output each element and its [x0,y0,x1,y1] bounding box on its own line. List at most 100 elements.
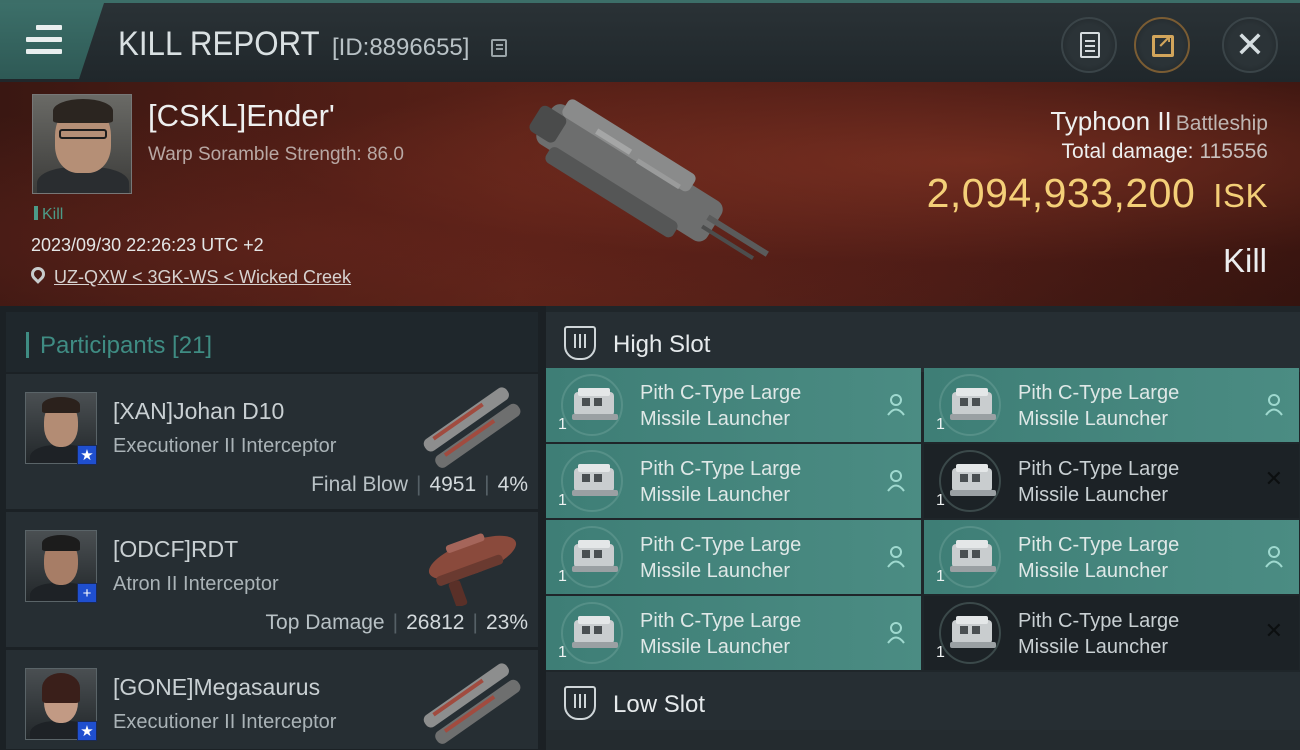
location-link[interactable]: UZ-QXW < 3GK-WS < Wicked Creek [54,267,351,288]
module-quantity: 1 [558,644,567,661]
low-slot-icon [564,686,596,720]
module-slot[interactable]: 1 Pith C-Type Large Missile Launcher [924,368,1299,442]
close-icon: ✕ [1234,24,1266,65]
module-name: Pith C-Type Large Missile Launcher [640,456,860,508]
high-slot-header: High Slot [546,312,1300,372]
module-name-line1: Pith C-Type Large [640,534,802,556]
missile-launcher-icon [572,464,618,496]
menu-button[interactable] [0,3,104,79]
victim-ship-image[interactable] [512,92,782,292]
participants-panel: Participants [21] ★ [XAN]Johan D10 Execu… [0,306,540,750]
isk-amount: 2,094,933,200 [926,170,1196,216]
participant-card[interactable]: + [ODCF]RDT Atron II Interceptor Top Dam… [6,512,538,648]
share-button[interactable] [1134,17,1190,73]
report-id: [ID:8896655] [332,34,470,61]
participant-name: [ODCF]RDT [113,536,239,562]
module-name: Pith C-Type Large Missile Launcher [640,380,860,432]
module-name-line2: Missile Launcher [640,560,791,582]
pilot-icon [1265,394,1283,416]
participant-damage: 4951 [429,473,477,496]
pilot-icon [887,622,905,644]
module-slot[interactable]: 1 Pith C-Type Large Missile Launcher [546,368,921,442]
victim-avatar[interactable] [32,94,132,194]
participant-role: Top Damage [265,611,385,634]
top-bar: KILL REPORT [ID:8896655] ✕ [0,0,1300,82]
total-damage: Total damage: 115556 [1062,140,1268,164]
module-quantity: 1 [558,568,567,585]
module-quantity: 1 [936,644,945,661]
star-badge-icon: ★ [77,721,97,741]
participants-header[interactable]: Participants [21] [6,312,538,372]
isk-unit: ISK [1213,177,1268,214]
module-name: Pith C-Type Large Missile Launcher [640,532,860,584]
participant-stats: Top Damage | 26812 | 23% [265,611,528,634]
share-icon [1152,32,1174,57]
victim-banner: [CSKL]Ender' Warp Soramble Strength: 86.… [0,82,1300,306]
star-badge-icon: ★ [77,445,97,465]
ship-name: Typhoon II Battleship [1050,106,1268,136]
participants-title: Participants [21] [40,332,213,359]
notes-button[interactable] [1061,17,1117,73]
victim-name[interactable]: [CSKL]Ender' [148,98,335,134]
participant-name: [XAN]Johan D10 [113,398,285,424]
module-name-line1: Pith C-Type Large [640,458,802,480]
high-slot-title: High Slot [613,331,711,358]
participant-percent: 23% [485,611,528,634]
kill-tag: Kill [34,206,63,224]
module-slot[interactable]: 1 Pith C-Type Large Missile Launcher ✕ [924,596,1299,670]
notes-icon [1080,32,1100,58]
fitting-panel: High Slot 1 Pith C-Type Large Missile Laun… [546,306,1300,750]
missile-launcher-icon [572,388,618,420]
module-name-line2: Missile Launcher [1018,484,1169,506]
module-name-line1: Pith C-Type Large [1018,534,1180,556]
module-name-line2: Missile Launcher [1018,560,1169,582]
high-slot-icon [564,326,596,360]
module-slot[interactable]: 1 Pith C-Type Large Missile Launcher [546,520,921,594]
destroyed-icon: ✕ [1264,618,1283,643]
plus-badge-icon: + [77,583,97,603]
module-slot[interactable]: 1 Pith C-Type Large Missile Launcher [546,444,921,518]
module-name-line1: Pith C-Type Large [640,610,802,632]
module-quantity: 1 [936,568,945,585]
copy-icon[interactable] [491,39,507,57]
low-slot-header: Low Slot [546,672,1300,732]
total-damage-value: 115556 [1199,140,1268,163]
pilot-icon [887,546,905,568]
module-name-line2: Missile Launcher [640,408,791,430]
total-damage-label: Total damage: [1061,140,1194,163]
missile-launcher-icon [572,540,618,572]
pilot-icon [1265,546,1283,568]
module-name-line2: Missile Launcher [1018,636,1169,658]
participant-card[interactable]: ★ [XAN]Johan D10 Executioner II Intercep… [6,374,538,510]
module-name-line1: Pith C-Type Large [1018,458,1180,480]
low-slot-title: Low Slot [613,691,706,718]
module-slot[interactable]: 1 Pith C-Type Large Missile Launcher ✕ [924,444,1299,518]
module-quantity: 1 [936,416,945,433]
missile-launcher-icon [950,388,996,420]
missile-launcher-icon [950,540,996,572]
isk-value: 2,094,933,200 ISK [927,170,1268,217]
low-slot-list [546,730,1300,750]
module-quantity: 1 [558,416,567,433]
warp-scramble-strength: Warp Soramble Strength: 86.0 [148,144,404,165]
module-name-line2: Missile Launcher [640,484,791,506]
participant-ship-image [423,387,521,468]
module-name-line1: Pith C-Type Large [1018,610,1180,632]
participant-stats: Final Blow | 4951 | 4% [311,473,528,496]
close-button[interactable]: ✕ [1222,17,1278,73]
participant-role: Final Blow [311,473,408,496]
module-slot[interactable]: 1 Pith C-Type Large Missile Launcher [546,596,921,670]
module-name: Pith C-Type Large Missile Launcher [1018,380,1238,432]
participant-ship: Atron II Interceptor [113,573,279,595]
module-slot[interactable]: 1 Pith C-Type Large Missile Launcher [924,520,1299,594]
page-title: KILL REPORT [118,25,320,63]
module-quantity: 1 [936,492,945,509]
participant-card[interactable]: ★ [GONE]Megasaurus Executioner II Interc… [6,650,538,750]
menu-icon [26,25,62,55]
module-quantity: 1 [558,492,567,509]
module-name-line1: Pith C-Type Large [1018,382,1180,404]
location-pin-icon [28,264,48,284]
ship-class: Battleship [1175,112,1268,135]
module-name-line2: Missile Launcher [1018,408,1169,430]
pilot-icon [887,394,905,416]
